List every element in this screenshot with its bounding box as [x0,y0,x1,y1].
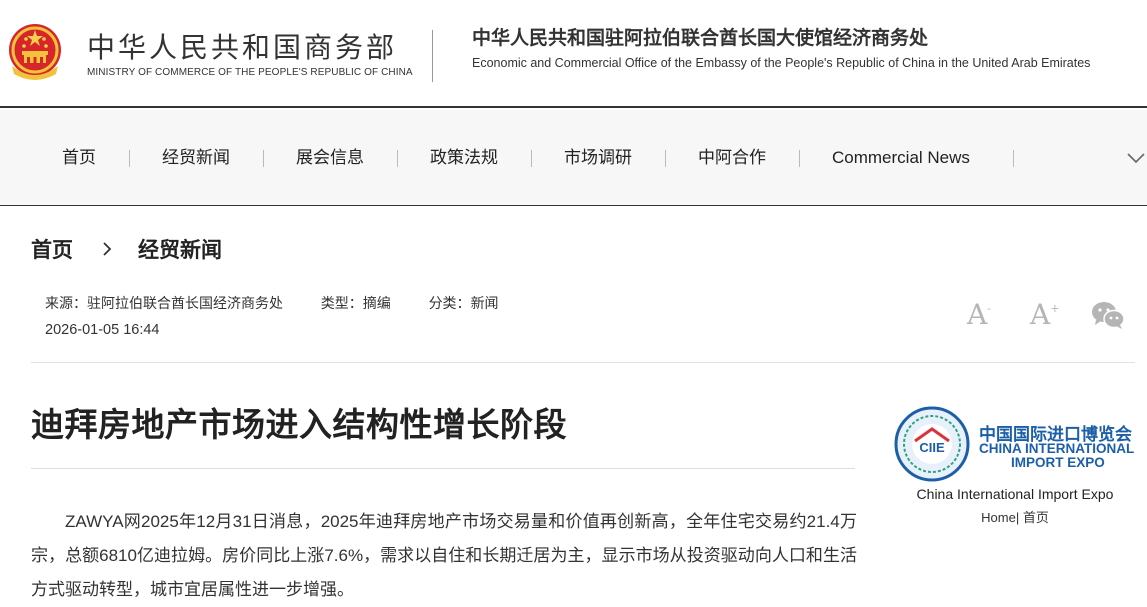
nav-item-trade-news[interactable]: 经贸新闻 [162,110,230,206]
ciie-logo-text: CIIE [919,440,945,455]
meta-divider [31,362,1135,363]
ciie-name-en-line1: CHINA INTERNATIONAL [979,441,1135,456]
font-larger-sup: + [1050,302,1060,315]
ciie-logo-icon: CIIE [894,406,970,482]
title-divider [31,468,855,469]
font-larger-button[interactable]: A+ [1030,298,1059,331]
nav-separator [1013,150,1014,167]
nav-item-commercial-news[interactable]: Commercial News [832,110,970,206]
source-label: 来源： [45,295,87,311]
ciie-home-separator: | [1015,510,1020,525]
publish-date: 2026-01-05 16:44 [45,322,160,338]
category-label: 分类： [428,295,471,311]
category-value: 新闻 [470,295,499,311]
nav-item-china-arab-cooperation[interactable]: 中阿合作 [698,110,766,206]
header-divider [432,30,433,82]
ciie-home-link-cn[interactable]: 首页 [1023,510,1049,525]
nav-item-exhibitions[interactable]: 展会信息 [296,110,364,206]
ministry-name-cn[interactable]: 中华人民共和国商务部 [87,26,397,66]
article-title: 迪拜房地产市场进入结构性增长阶段 [31,405,567,444]
wechat-icon[interactable] [1091,300,1125,330]
ministry-name-en: MINISTRY OF COMMERCE OF THE PEOPLE'S REP… [87,67,413,78]
nav-item-home[interactable]: 首页 [62,110,96,206]
source-value: 驻阿拉伯联合酋长国经济商务处 [87,295,283,311]
article-meta: 来源：驻阿拉伯联合酋长国经济商务处 类型：摘编 分类：新闻 [45,293,499,313]
article-paragraph: ZAWYA网2025年12月31日消息，2025年迪拜房地产市场交易量和价值再创… [31,512,857,599]
breadcrumb-home[interactable]: 首页 [31,234,73,264]
ciie-banner[interactable]: CIIE 中国国际进口博览会 CHINA INTERNATIONAL IMPOR… [893,405,1143,485]
nav-separator [665,150,666,167]
font-smaller-label: A [967,298,988,331]
site-header: 中华人民共和国商务部 MINISTRY OF COMMERCE OF THE P… [0,0,1147,108]
office-name-cn[interactable]: 中华人民共和国驻阿拉伯联合酋长国大使馆经济商务处 [472,23,928,50]
ciie-caption[interactable]: China International Import Expo [893,486,1137,502]
font-smaller-button[interactable]: A- [967,298,991,331]
font-smaller-sup: - [987,302,991,315]
main-nav: 首页 经贸新闻 展会信息 政策法规 市场调研 中阿合作 Commercial N… [0,110,1147,206]
nav-separator [531,150,532,167]
nav-separator [129,150,130,167]
type-value: 摘编 [362,295,391,311]
chevron-right-icon [103,242,112,256]
ciie-home-links: Home| 首页 [893,507,1137,526]
ciie-home-link-en[interactable]: Home [981,510,1016,525]
nav-separator [799,150,800,167]
type-label: 类型： [320,295,363,311]
nav-separator [263,150,264,167]
nav-item-policies[interactable]: 政策法规 [430,110,498,206]
office-name-en: Economic and Commercial Office of the Em… [472,56,1091,70]
nav-item-market-research[interactable]: 市场调研 [564,110,632,206]
national-emblem-icon[interactable] [6,22,64,84]
nav-separator [397,150,398,167]
breadcrumb-current[interactable]: 经贸新闻 [138,234,222,264]
chevron-down-icon[interactable] [1125,148,1147,168]
font-larger-label: A [1030,298,1051,331]
ciie-name-en-line2: IMPORT EXPO [1011,455,1105,470]
